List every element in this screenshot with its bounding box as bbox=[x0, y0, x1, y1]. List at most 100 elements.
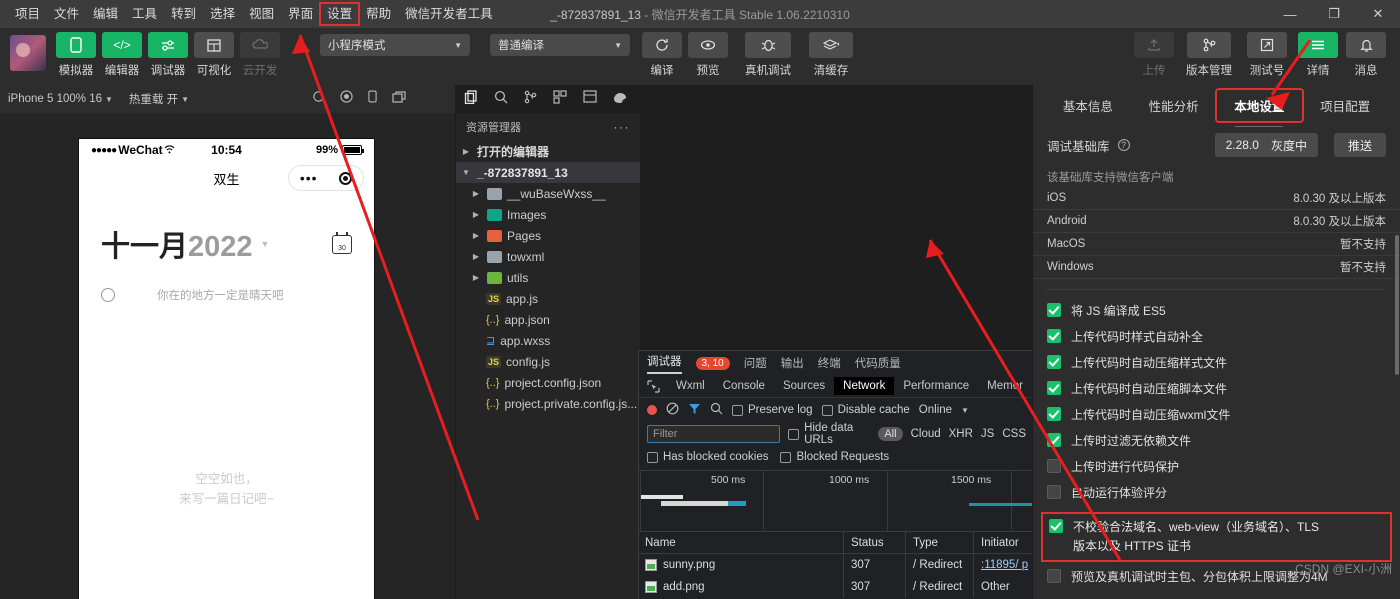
tree-root[interactable]: ▼ _-872837891_13 bbox=[456, 162, 640, 183]
toolbar-button-messages[interactable]: 消息 bbox=[1346, 32, 1386, 78]
toolbar-button-realdevice[interactable]: 真机调试 bbox=[742, 32, 794, 78]
tab-network[interactable]: Network bbox=[834, 377, 895, 395]
device-icon[interactable] bbox=[368, 90, 377, 108]
branch-icon-explorer[interactable] bbox=[524, 90, 537, 109]
filter-all[interactable]: All bbox=[878, 427, 903, 441]
table-row[interactable]: add.png 307 / Redirect Other bbox=[639, 576, 1034, 598]
close-circle-icon[interactable] bbox=[339, 171, 353, 185]
menu-item-select[interactable]: 选择 bbox=[203, 3, 242, 25]
panel-scrollbar[interactable] bbox=[1395, 235, 1399, 375]
menu-item-edit[interactable]: 编辑 bbox=[86, 3, 125, 25]
toolbar-button-upload[interactable]: 上传 bbox=[1134, 32, 1174, 78]
filter-input[interactable]: Filter bbox=[647, 425, 781, 443]
toolbar-button-testnumber[interactable]: 测试号 bbox=[1244, 32, 1290, 78]
minimize-icon[interactable]: — bbox=[1268, 0, 1312, 28]
setting-checkbox-row[interactable]: 上传代码时样式自动补全 bbox=[1033, 328, 1400, 354]
tab-basic-info[interactable]: 基本信息 bbox=[1045, 90, 1131, 121]
toolbar-button-compile[interactable]: 编译 bbox=[642, 32, 682, 78]
col-header-type[interactable]: Type bbox=[906, 531, 974, 554]
toolbar-button-simulator[interactable]: 模拟器 bbox=[56, 32, 96, 78]
preserve-log-checkbox[interactable]: Preserve log bbox=[732, 404, 813, 416]
tree-item-file[interactable]: JS config.js bbox=[456, 351, 640, 372]
menu-item-interface[interactable]: 界面 bbox=[281, 3, 320, 25]
record-icon[interactable] bbox=[340, 90, 353, 108]
device-select[interactable]: iPhone 5 100% 16 ▼ bbox=[8, 93, 113, 105]
tab-performance[interactable]: Performance bbox=[894, 377, 978, 395]
tree-item-file[interactable]: {..} project.private.config.js... bbox=[456, 393, 640, 414]
menu-item-file[interactable]: 文件 bbox=[47, 3, 86, 25]
calendar-icon[interactable]: 30 bbox=[332, 231, 352, 254]
tree-open-editors[interactable]: ▶ 打开的编辑器 bbox=[456, 141, 640, 162]
setting-checkbox-row[interactable]: 上传代码时自动压缩样式文件 bbox=[1033, 354, 1400, 380]
avatar[interactable] bbox=[10, 35, 46, 71]
search-icon[interactable] bbox=[494, 90, 508, 109]
setting-checkbox-row[interactable]: 上传代码时自动压缩脚本文件 bbox=[1033, 380, 1400, 406]
setting-checkbox-row[interactable]: 将 JS 编译成 ES5 bbox=[1033, 302, 1400, 328]
maximize-icon[interactable]: ❐ bbox=[1312, 0, 1356, 28]
menu-item-project[interactable]: 项目 bbox=[8, 3, 47, 25]
record-button[interactable] bbox=[647, 405, 657, 415]
search-icon-network[interactable] bbox=[710, 402, 723, 418]
has-blocked-cookies-checkbox[interactable]: Has blocked cookies bbox=[647, 451, 768, 463]
col-header-status[interactable]: Status bbox=[844, 531, 906, 554]
toolbar-button-visualization[interactable]: 可视化 bbox=[194, 32, 234, 78]
toolbar-button-clearcache[interactable]: ▾ 清缓存 bbox=[806, 32, 856, 78]
disable-cache-checkbox[interactable]: Disable cache bbox=[821, 404, 910, 416]
chevron-down-icon-month[interactable]: ▼ bbox=[261, 239, 270, 249]
wechat-capsule[interactable]: ••• bbox=[288, 165, 364, 191]
setting-checkbox-row[interactable]: 上传时进行代码保护 bbox=[1033, 458, 1400, 484]
toolbar-button-cloud[interactable]: 云开发 bbox=[240, 32, 280, 78]
tab-wxml[interactable]: Wxml bbox=[667, 377, 714, 395]
tree-item-file[interactable]: {..} app.json bbox=[456, 309, 640, 330]
split-icon[interactable] bbox=[583, 90, 597, 108]
tree-item-folder[interactable]: ▶ Images bbox=[456, 204, 640, 225]
copy-icon[interactable] bbox=[464, 89, 478, 109]
menu-item-devtools[interactable]: 微信开发者工具 bbox=[398, 3, 500, 25]
hotreload-select[interactable]: 热重载 开 ▼ bbox=[129, 91, 189, 107]
col-header-name[interactable]: Name bbox=[639, 531, 844, 554]
tree-item-file[interactable]: JS app.js bbox=[456, 288, 640, 309]
tab-output[interactable]: 输出 bbox=[781, 355, 804, 371]
tab-performance-analysis[interactable]: 性能分析 bbox=[1131, 90, 1217, 121]
col-header-initiator[interactable]: Initiator bbox=[974, 532, 1034, 554]
network-timeline[interactable]: 500 ms 1000 ms 1500 ms bbox=[639, 470, 1079, 532]
tab-console[interactable]: Console bbox=[714, 377, 774, 395]
refresh-icon-small[interactable] bbox=[312, 90, 325, 108]
inspect-icon[interactable] bbox=[643, 378, 663, 394]
toolbar-button-editor[interactable]: </> 编辑器 bbox=[102, 32, 142, 78]
compile-select[interactable]: 普通编译 ▼ bbox=[490, 34, 630, 56]
table-row[interactable]: sunny.png 307 / Redirect :11895/ p bbox=[639, 554, 1034, 576]
tab-project-config[interactable]: 项目配置 bbox=[1302, 90, 1388, 121]
tree-item-file[interactable]: ⊒ app.wxss bbox=[456, 330, 640, 351]
push-button[interactable]: 推送 bbox=[1333, 133, 1386, 157]
filter-js[interactable]: JS bbox=[981, 428, 994, 440]
close-icon[interactable]: ✕ bbox=[1356, 0, 1400, 28]
tab-problems[interactable]: 问题 bbox=[744, 355, 767, 371]
filter-xhr[interactable]: XHR bbox=[949, 428, 973, 440]
mode-select[interactable]: 小程序模式 ▼ bbox=[320, 34, 470, 56]
hide-data-urls-checkbox[interactable]: Hide data URLs bbox=[788, 422, 870, 446]
menu-item-goto[interactable]: 转到 bbox=[164, 3, 203, 25]
version-select[interactable]: 2.28.0 灰度中 bbox=[1214, 133, 1318, 157]
setting-checkbox-row-highlighted[interactable]: 不校验合法域名、web-view（业务域名）、TLS 版本以及 HTTPS 证书 bbox=[1041, 512, 1392, 562]
more-icon[interactable]: ··· bbox=[614, 120, 631, 134]
clear-icon[interactable] bbox=[666, 402, 679, 418]
tab-memory[interactable]: Memor bbox=[978, 377, 1032, 395]
tab-debugger[interactable]: 调试器 bbox=[647, 353, 682, 374]
menu-item-help[interactable]: 帮助 bbox=[359, 3, 398, 25]
tab-terminal[interactable]: 终端 bbox=[818, 355, 841, 371]
setting-checkbox-row[interactable]: 上传代码时自动压缩wxml文件 bbox=[1033, 406, 1400, 432]
blocked-requests-checkbox[interactable]: Blocked Requests bbox=[780, 451, 889, 463]
tree-item-folder[interactable]: ▶ utils bbox=[456, 267, 640, 288]
toolbar-button-debugger[interactable]: 调试器 bbox=[148, 32, 188, 78]
help-icon[interactable]: ? bbox=[1117, 139, 1130, 151]
row-initiator[interactable]: :11895/ p bbox=[974, 554, 1034, 576]
setting-checkbox-row[interactable]: 自动运行体验评分 bbox=[1033, 484, 1400, 510]
paint-icon[interactable] bbox=[613, 90, 627, 108]
filter-css[interactable]: CSS bbox=[1002, 428, 1026, 440]
tree-item-folder[interactable]: ▶ __wuBaseWxss__ bbox=[456, 183, 640, 204]
tree-item-file[interactable]: {..} project.config.json bbox=[456, 372, 640, 393]
toolbar-button-preview[interactable]: 预览 bbox=[688, 32, 728, 78]
tree-item-folder[interactable]: ▶ towxml bbox=[456, 246, 640, 267]
tab-codequality[interactable]: 代码质量 bbox=[855, 355, 901, 371]
